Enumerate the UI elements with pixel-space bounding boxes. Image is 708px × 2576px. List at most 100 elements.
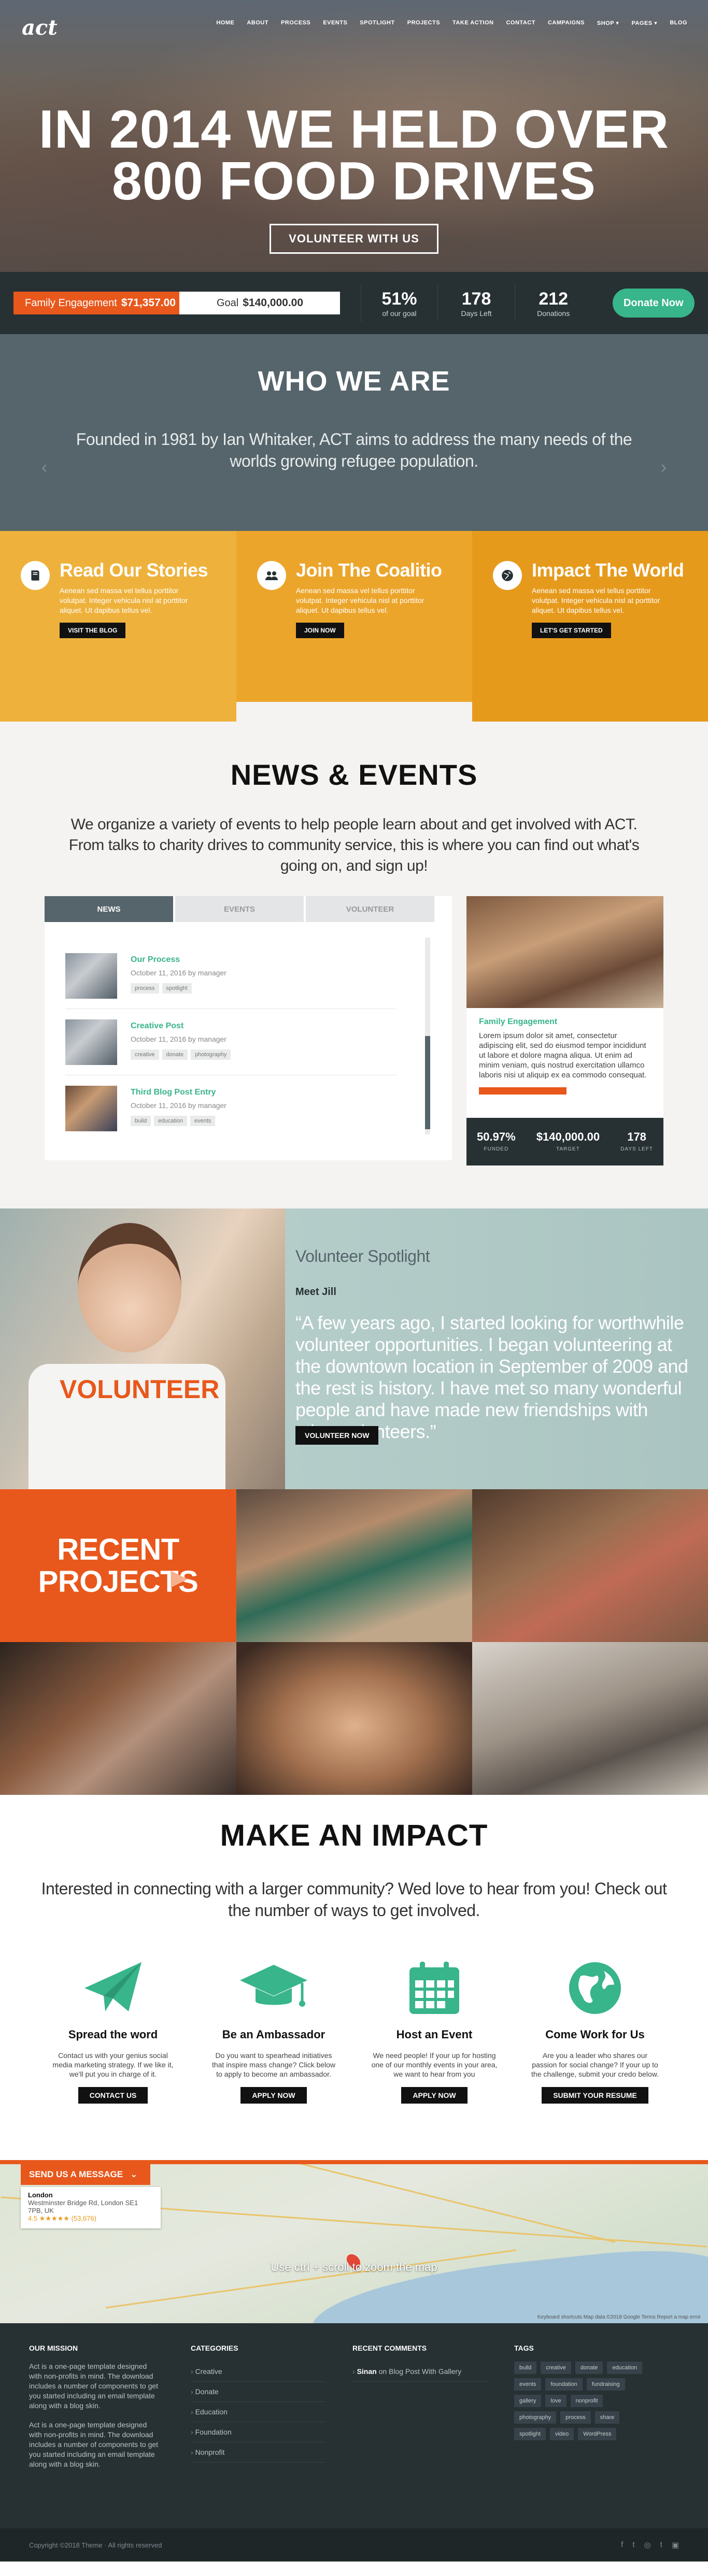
footer-heading: CATEGORIES [191, 2344, 238, 2352]
tag[interactable]: build [514, 2362, 537, 2374]
tag[interactable]: video [549, 2428, 574, 2440]
nav-spotlight[interactable]: SPOTLIGHT [360, 20, 394, 26]
map[interactable]: SEND US A MESSAGE ⌄ London Westminster Br… [0, 2160, 708, 2323]
facebook-icon[interactable]: f [621, 2540, 623, 2550]
tag[interactable]: fundraising [586, 2378, 625, 2391]
nav-pages[interactable]: PAGES ▾ [631, 20, 657, 26]
nav-projects[interactable]: PROJECTS [407, 20, 440, 26]
tag[interactable]: photography [191, 1049, 231, 1060]
nav-home[interactable]: HOME [216, 20, 234, 26]
submit-resume-button[interactable]: SUBMIT YOUR RESUME [542, 2087, 648, 2104]
chevron-right-icon[interactable]: › [661, 457, 667, 478]
join-now-button[interactable]: JOIN NOW [296, 623, 344, 638]
post-title[interactable]: Our Process [131, 955, 180, 965]
tag[interactable]: spotlight [162, 983, 192, 994]
scrollbar[interactable] [425, 938, 430, 1134]
nav-about[interactable]: ABOUT [247, 20, 268, 26]
comment-text[interactable]: on Blog Post With Gallery [379, 2367, 462, 2376]
volunteer-now-button[interactable]: VOLUNTEER NOW [295, 1426, 379, 1445]
tag[interactable]: WordPress [578, 2428, 617, 2440]
lets-get-started-button[interactable]: LET'S GET STARTED [532, 623, 611, 638]
chevron-left-icon[interactable]: ‹ [41, 457, 47, 478]
news-item[interactable]: Our Process October 11, 2016 by manager … [65, 943, 397, 1009]
ways-to-help: Spread the word Contact us with your gen… [0, 1958, 708, 2104]
tab-volunteer[interactable]: VOLUNTEER [306, 896, 434, 922]
tag[interactable]: donate [162, 1049, 188, 1060]
tag[interactable]: education [154, 1116, 187, 1126]
campaign-title[interactable]: Family Engagement [466, 1008, 663, 1027]
apply-now-button[interactable]: APPLY NOW [240, 2087, 307, 2104]
send-message-button[interactable]: SEND US A MESSAGE ⌄ [21, 2164, 150, 2185]
nav-shop[interactable]: SHOP ▾ [597, 20, 619, 26]
tag[interactable]: build [131, 1116, 151, 1126]
logo[interactable]: act [22, 16, 58, 40]
post-title[interactable]: Third Blog Post Entry [131, 1088, 216, 1097]
tag[interactable]: education [607, 2362, 643, 2374]
tag[interactable]: share [594, 2411, 620, 2424]
news-item[interactable]: Third Blog Post Entry October 11, 2016 b… [65, 1075, 397, 1142]
nav-blog[interactable]: BLOG [670, 20, 687, 26]
post-title[interactable]: Creative Post [131, 1021, 183, 1031]
tag[interactable]: foundation [545, 2378, 583, 2391]
tag[interactable]: process [560, 2411, 591, 2424]
tag[interactable]: nonprofit [570, 2395, 603, 2407]
nav-process[interactable]: PROCESS [281, 20, 310, 26]
map-zoom-hint: Use ctrl + scroll to zoom the map [271, 2261, 437, 2273]
tag[interactable]: process [131, 983, 159, 994]
tag[interactable]: events [514, 2378, 542, 2391]
tumblr-icon[interactable]: t [660, 2540, 662, 2550]
project-thumbnail[interactable] [0, 1642, 236, 1795]
feature-title: Join The Coalitio [296, 559, 442, 581]
category-link[interactable]: Education [191, 2402, 325, 2422]
copyright: Copyright ©2018 Theme · All rights reser… [29, 2541, 162, 2549]
project-thumbnail[interactable] [472, 1642, 708, 1795]
category-link[interactable]: Creative [191, 2362, 325, 2382]
tag[interactable]: gallery [514, 2395, 542, 2407]
feature-title: Read Our Stories [60, 559, 208, 581]
contact-us-button[interactable]: CONTACT US [78, 2087, 148, 2104]
tag[interactable]: love [545, 2395, 567, 2407]
send-message-label: SEND US A MESSAGE [29, 2169, 123, 2179]
apply-now-button[interactable]: APPLY NOW [401, 2087, 468, 2104]
comment-author[interactable]: Sinan [357, 2367, 377, 2376]
tab-news[interactable]: NEWS [45, 896, 173, 922]
nav-campaigns[interactable]: CAMPAIGNS [548, 20, 585, 26]
who-title: WHO WE ARE [258, 366, 450, 397]
map-place-card[interactable]: London Westminster Bridge Rd, London SE1… [21, 2187, 161, 2228]
recent-projects-title[interactable]: RECENT PROJECTS ▶ [0, 1489, 236, 1642]
shirt-text: VOLUNTEER [60, 1375, 220, 1404]
recent-comment[interactable]: Sinan on Blog Post With Gallery [352, 2362, 487, 2382]
category-link[interactable]: Donate [191, 2382, 325, 2402]
tag[interactable]: events [190, 1116, 216, 1126]
news-item[interactable]: Creative Post October 11, 2016 by manage… [65, 1009, 397, 1075]
volunteer-with-us-button[interactable]: VOLUNTEER WITH US [270, 224, 438, 254]
tab-events[interactable]: EVENTS [175, 896, 304, 922]
stat-value: 178 [461, 289, 491, 309]
chevron-down-icon: ⌄ [130, 2169, 138, 2179]
scrollbar-thumb[interactable] [425, 1036, 430, 1129]
tag[interactable]: photography [514, 2411, 557, 2424]
category-link[interactable]: Nonprofit [191, 2442, 325, 2463]
project-thumbnail[interactable] [236, 1642, 472, 1795]
tag[interactable]: donate [575, 2362, 603, 2374]
footer-mission: OUR MISSION Act is a one-page template d… [29, 2344, 159, 2479]
category-link[interactable]: Foundation [191, 2422, 325, 2442]
visit-the-blog-button[interactable]: VISIT THE BLOG [60, 623, 126, 638]
tag[interactable]: spotlight [514, 2428, 546, 2440]
tag[interactable]: creative [541, 2362, 571, 2374]
dribbble-icon[interactable]: ◎ [644, 2540, 651, 2550]
main-nav: HOME ABOUT PROCESS EVENTS SPOTLIGHT PROJ… [216, 20, 687, 26]
nav-events[interactable]: EVENTS [323, 20, 347, 26]
twitter-icon[interactable]: t [632, 2540, 634, 2550]
footer-tags: TAGS build creative donate education events f… [514, 2344, 649, 2440]
post-thumbnail [65, 1086, 117, 1131]
project-thumbnail[interactable] [472, 1489, 708, 1642]
nav-take-action[interactable]: TAKE ACTION [452, 20, 493, 26]
project-thumbnail[interactable] [236, 1489, 472, 1642]
tag[interactable]: creative [131, 1049, 159, 1060]
nav-contact[interactable]: CONTACT [506, 20, 535, 26]
paper-plane-icon [33, 1958, 193, 2019]
donate-now-button[interactable]: Donate Now [612, 289, 695, 318]
map-credits[interactable]: Keyboard shortcuts Map data ©2018 Google… [537, 2314, 701, 2320]
instagram-icon[interactable]: ▣ [672, 2540, 679, 2550]
